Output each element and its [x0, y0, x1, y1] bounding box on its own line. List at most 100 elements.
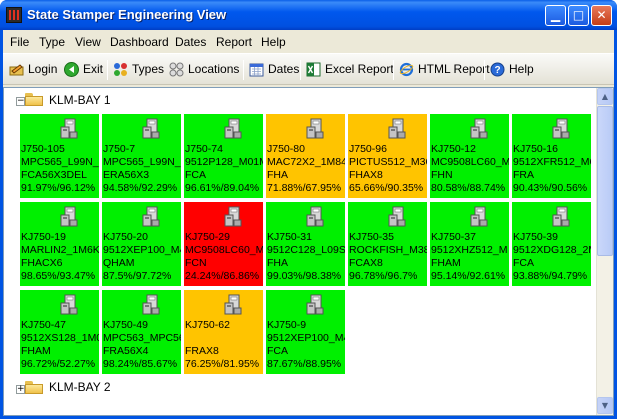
menu-help[interactable]: Help [261, 35, 286, 49]
machine-icon [142, 118, 160, 139]
tester-tile[interactable]: KJ750-29 MC9508LC60_M FCN 24.24%/86.86% [184, 202, 263, 286]
tile-device: FHA [267, 169, 288, 181]
tester-tile[interactable]: KJ750-12 MC9508LC60_M FHN 80.58%/88.74% [430, 114, 509, 198]
login-button[interactable]: Login [9, 61, 61, 79]
close-button[interactable]: ✕ [591, 5, 612, 26]
tile-stats: 95.14%/92.61% [431, 270, 506, 282]
menu-bar: File Type View Dashboard Dates Report He… [3, 30, 614, 52]
tile-device: FHN [431, 169, 453, 181]
close-icon: ✕ [596, 8, 607, 22]
html-report-button[interactable]: HTML Report [399, 61, 490, 79]
tile-device: FHAM [21, 345, 51, 357]
tester-tile[interactable]: KJ750-49 MPC563_MPC56 FRA56X4 98.24%/85.67% [102, 290, 181, 374]
minimize-button[interactable]: ▁ [545, 5, 566, 26]
tile-device: FHAX8 [349, 169, 383, 181]
tile-id: KJ750-31 [267, 231, 312, 243]
tile-device: QHAM [103, 257, 135, 269]
tile-device: FHAM [431, 257, 461, 269]
tile-stats: 24.24%/86.86% [185, 270, 260, 282]
minimize-icon: ▁ [550, 8, 561, 22]
tile-stats: 96.72%/52.27% [21, 358, 96, 370]
tile-device: FRAX8 [185, 345, 219, 357]
tile-id: J750-80 [267, 143, 305, 155]
machine-icon [60, 118, 78, 139]
tester-tile[interactable]: KJ750-20 9512XEP100_M4 QHAM 87.5%/97.72% [102, 202, 181, 286]
tile-id: KJ750-16 [513, 143, 558, 155]
scroll-down-button[interactable]: ▼ [597, 397, 613, 414]
tile-stats: 98.65%/93.47% [21, 270, 96, 282]
vertical-scrollbar[interactable]: ▲ ▼ [596, 88, 613, 415]
help-icon: ? [490, 62, 505, 77]
expand-group-2[interactable]: + [16, 385, 25, 394]
tester-tile[interactable]: KJ750-16 9512XFR512_M6 FRA 90.43%/90.56% [512, 114, 591, 198]
tile-recipe: 9512XEP100_M4 [267, 332, 345, 344]
tester-tile[interactable]: J750-74 9512P128_M01M FCA 96.61%/89.04% [184, 114, 263, 198]
tile-stats: 87.5%/97.72% [103, 270, 172, 282]
tile-view[interactable]: − KLM-BAY 1 J750-105 MPC565_L99N_D FCA56X3… [3, 87, 614, 416]
ie-icon [399, 62, 414, 77]
tile-id: J750-96 [349, 143, 387, 155]
dates-button[interactable]: Dates [249, 61, 301, 79]
machine-icon [60, 294, 78, 315]
tester-tile[interactable]: J750-80 MAC72X2_1M84 FHA 71.88%/67.95% [266, 114, 345, 198]
help-button[interactable]: ? Help [490, 61, 536, 79]
machine-icon [224, 118, 242, 139]
tile-device: FCA [513, 257, 534, 269]
tester-tile[interactable]: J750-7 MPC565_L99N_D ERA56X3 94.58%/92.29% [102, 114, 181, 198]
machine-icon [470, 118, 488, 139]
machine-icon [388, 118, 406, 139]
scroll-thumb[interactable] [597, 106, 613, 256]
tile-stats: 98.24%/85.67% [103, 358, 178, 370]
tile-recipe: MPC565_L99N_D [21, 156, 99, 168]
tester-tile[interactable]: KJ750-31 9512C128_L09S FHA 99.03%/98.38% [266, 202, 345, 286]
tile-stats: 94.58%/92.29% [103, 182, 178, 194]
menu-dashboard[interactable]: Dashboard [110, 35, 169, 49]
menu-file[interactable]: File [10, 35, 29, 49]
tile-stats: 80.58%/88.74% [431, 182, 506, 194]
tile-id: KJ750-62 [185, 319, 230, 331]
machine-icon [552, 206, 570, 227]
group-label[interactable]: KLM-BAY 2 [49, 380, 111, 394]
menu-type[interactable]: Type [39, 35, 65, 49]
tester-tile[interactable]: KJ750-19 MARLIN2_1M6KL FHACX6 98.65%/93.47% [20, 202, 99, 286]
tile-recipe: 9512P128_M01M [185, 156, 263, 168]
tester-tile[interactable]: KJ750-47 9512XS128_1M0 FHAM 96.72%/52.27% [20, 290, 99, 374]
excel-report-button[interactable]: Excel Report [306, 61, 394, 79]
maximize-button[interactable]: □ [568, 5, 589, 26]
exit-button[interactable]: Exit [64, 61, 104, 79]
tester-tile[interactable]: J750-96 PICTUS512_M36 FHAX8 65.66%/90.35% [348, 114, 427, 198]
tester-tile[interactable]: KJ750-39 9512XDG128_2M FCA 93.88%/94.79% [512, 202, 591, 286]
group-label[interactable]: KLM-BAY 1 [49, 93, 111, 107]
menu-report[interactable]: Report [216, 35, 252, 49]
tile-id: KJ750-12 [431, 143, 476, 155]
title-bar[interactable]: State Stamper Engineering View ▁ □ ✕ [0, 0, 617, 30]
tile-id: KJ750-35 [349, 231, 394, 243]
pencil-key-icon [9, 64, 24, 76]
collapse-group-1[interactable]: − [16, 97, 25, 106]
tester-tile[interactable]: KJ750-35 ROCKFISH_M38 FCAX8 96.78%/96.7% [348, 202, 427, 286]
tile-stats: 96.78%/96.7% [349, 270, 418, 282]
folder-icon [25, 93, 43, 106]
tile-device: FCA [267, 345, 288, 357]
tile-device: FCA [185, 169, 206, 181]
client-area: File Type View Dashboard Dates Report He… [3, 30, 614, 416]
tile-device: FRA56X4 [103, 345, 149, 357]
scroll-up-button[interactable]: ▲ [597, 88, 613, 105]
tile-stats: 65.66%/90.35% [349, 182, 424, 194]
tester-tile[interactable]: KJ750-37 9512XHZ512_M FHAM 95.14%/92.61% [430, 202, 509, 286]
menu-view[interactable]: View [75, 35, 101, 49]
locations-button[interactable]: Locations [169, 61, 241, 79]
types-button[interactable]: Types [113, 61, 165, 79]
tile-recipe: ROCKFISH_M38 [349, 244, 427, 256]
tester-tile[interactable]: J750-105 MPC565_L99N_D FCA56X3DEL 91.97%/96… [20, 114, 99, 198]
dots-icon [114, 63, 127, 76]
machine-icon [552, 118, 570, 139]
tester-tile[interactable]: KJ750-62 FRAX8 76.25%/81.95% [184, 290, 263, 374]
app-window: State Stamper Engineering View ▁ □ ✕ Fil… [0, 0, 617, 419]
tile-recipe: 9512XHZ512_M [431, 244, 508, 256]
tile-device: FHACX6 [21, 257, 63, 269]
tester-tile[interactable]: KJ750-9 9512XEP100_M4 FCA 87.67%/88.95% [266, 290, 345, 374]
menu-dates[interactable]: Dates [175, 35, 206, 49]
tile-id: KJ750-39 [513, 231, 558, 243]
machine-icon [306, 118, 324, 139]
